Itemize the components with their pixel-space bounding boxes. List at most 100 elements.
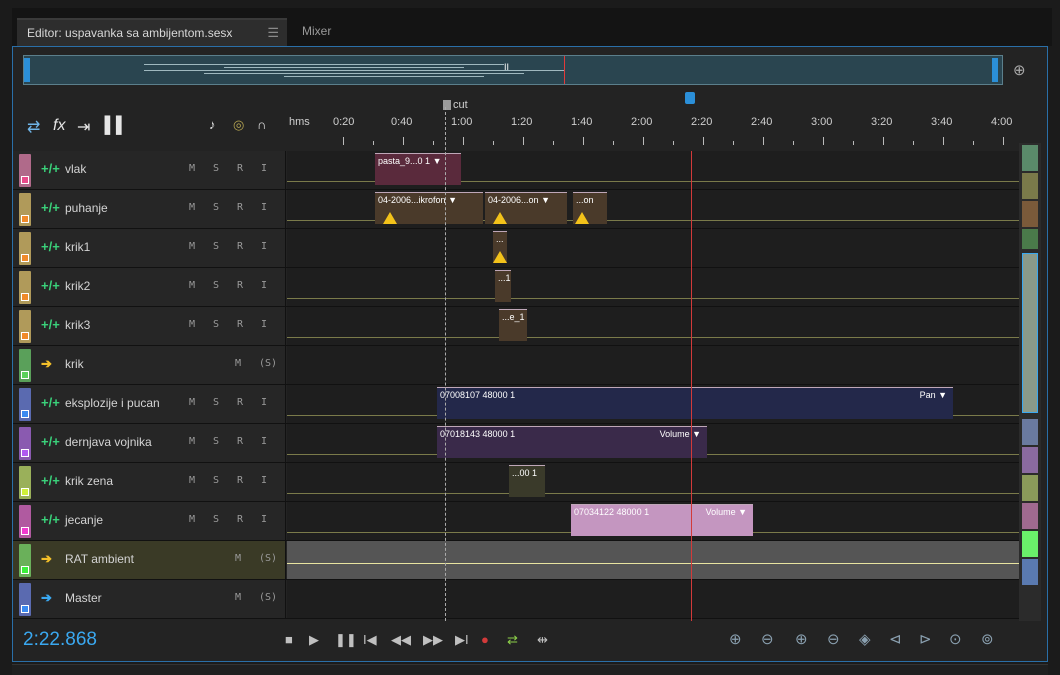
track-color-strip[interactable]: [19, 154, 31, 187]
track-lane[interactable]: 07018143 48000 1 Volume ▼: [287, 424, 1019, 462]
tab-menu-icon[interactable]: ☰: [267, 25, 279, 41]
input-monitor-button[interactable]: I: [261, 280, 267, 291]
track-name[interactable]: RAT ambient: [65, 552, 134, 566]
play-button[interactable]: ▶: [309, 632, 319, 648]
mute-button[interactable]: M: [189, 319, 195, 330]
mute-button[interactable]: M: [189, 241, 195, 252]
track-lane[interactable]: 07008107 48000 1 Pan ▼: [287, 385, 1019, 423]
solo-button[interactable]: S: [213, 475, 219, 486]
track-name[interactable]: krik zena: [65, 474, 113, 488]
record-arm-button[interactable]: R: [237, 514, 243, 525]
track-lane[interactable]: ...00 1: [287, 463, 1019, 501]
track-color-strip[interactable]: [19, 349, 31, 382]
input-monitor-button[interactable]: I: [261, 241, 267, 252]
solo-safe-button[interactable]: (S): [259, 592, 277, 603]
track-header[interactable]: +/+ vlak M S R I: [13, 151, 286, 189]
track-header[interactable]: ➔ Master M (S): [13, 580, 286, 618]
track-name[interactable]: vlak: [65, 162, 86, 176]
audio-clip[interactable]: 07034122 48000 1 Volume ▼: [571, 504, 753, 536]
track-name[interactable]: eksplozije i pucan: [65, 396, 160, 410]
track-color-strip[interactable]: [19, 544, 31, 577]
multitrack-toggle-icon[interactable]: ⇄: [27, 117, 40, 137]
input-monitor-button[interactable]: I: [261, 163, 267, 174]
zoom-to-selection-icon[interactable]: ⊕: [1013, 61, 1026, 79]
track-lane[interactable]: [287, 541, 1019, 579]
track-lane[interactable]: ...: [287, 229, 1019, 267]
record-arm-button[interactable]: R: [237, 280, 243, 291]
solo-button[interactable]: S: [213, 514, 219, 525]
track-name[interactable]: dernjava vojnika: [65, 435, 152, 449]
track-header[interactable]: +/+ krik3 M S R I: [13, 307, 286, 345]
track-lane[interactable]: 04-2006...ikrofon ▼ 04-2006...on ▼ ...on: [287, 190, 1019, 228]
track-header[interactable]: +/+ eksplozije i pucan M S R I: [13, 385, 286, 423]
track-name[interactable]: krik2: [65, 279, 90, 293]
track-lane[interactable]: ...e_1: [287, 307, 1019, 345]
playhead-handle[interactable]: [685, 92, 695, 104]
skip-selection-button[interactable]: ⇹: [537, 632, 548, 648]
input-monitor-button[interactable]: I: [261, 202, 267, 213]
mute-button[interactable]: M: [235, 592, 241, 603]
mute-button[interactable]: M: [189, 202, 195, 213]
overview-left-handle[interactable]: [24, 58, 30, 82]
record-arm-button[interactable]: R: [237, 397, 243, 408]
session-overview[interactable]: II: [23, 55, 1003, 85]
input-monitor-button[interactable]: I: [261, 436, 267, 447]
track-color-strip[interactable]: [19, 466, 31, 499]
solo-button[interactable]: S: [213, 280, 219, 291]
track-header[interactable]: +/+ krik2 M S R I: [13, 268, 286, 306]
mute-button[interactable]: M: [235, 553, 241, 564]
solo-safe-button[interactable]: (S): [259, 358, 277, 369]
zoom-in-right-icon[interactable]: ⊳: [919, 630, 932, 648]
track-color-strip[interactable]: [19, 310, 31, 343]
loop-playback-button[interactable]: ⇄: [507, 632, 518, 648]
mute-button[interactable]: M: [189, 397, 195, 408]
solo-button[interactable]: S: [213, 397, 219, 408]
solo-button[interactable]: S: [213, 163, 219, 174]
clip-menu[interactable]: Volume ▼: [706, 507, 747, 517]
record-arm-button[interactable]: R: [237, 436, 243, 447]
track-name[interactable]: jecanje: [65, 513, 103, 527]
solo-button[interactable]: S: [213, 436, 219, 447]
mute-button[interactable]: M: [189, 280, 195, 291]
mute-button[interactable]: M: [189, 163, 195, 174]
mute-button[interactable]: M: [235, 358, 241, 369]
stop-button[interactable]: ■: [285, 632, 293, 647]
headphones-icon[interactable]: ∩: [257, 117, 266, 132]
track-header[interactable]: +/+ krik zena M S R I: [13, 463, 286, 501]
solo-button[interactable]: S: [213, 202, 219, 213]
track-name[interactable]: krik1: [65, 240, 90, 254]
input-monitor-button[interactable]: I: [261, 319, 267, 330]
track-header[interactable]: +/+ krik1 M S R I: [13, 229, 286, 267]
track-header[interactable]: +/+ dernjava vojnika M S R I: [13, 424, 286, 462]
zoom-reset-icon[interactable]: ⊚: [981, 630, 994, 648]
input-monitor-button[interactable]: I: [261, 514, 267, 525]
track-color-strip[interactable]: [19, 193, 31, 226]
track-header[interactable]: +/+ puhanje M S R I: [13, 190, 286, 228]
eq-icon[interactable]: ▐▐: [99, 117, 122, 135]
record-arm-button[interactable]: R: [237, 202, 243, 213]
track-color-navigator[interactable]: [1019, 143, 1041, 623]
input-monitor-button[interactable]: I: [261, 475, 267, 486]
next-button[interactable]: ▶I: [455, 632, 469, 648]
fx-icon[interactable]: fx: [53, 117, 65, 135]
sends-icon[interactable]: ⇥: [77, 117, 90, 137]
rewind-button[interactable]: ◀◀: [391, 632, 411, 648]
clip-menu[interactable]: ▼: [433, 156, 442, 166]
input-monitor-icon[interactable]: ◎: [233, 117, 244, 133]
audio-clip[interactable]: ...00 1: [509, 465, 545, 497]
audio-clip[interactable]: pasta_9...0 1 ▼: [375, 153, 461, 185]
zoom-in-amplitude-icon[interactable]: ⊕: [729, 630, 742, 648]
track-color-strip[interactable]: [19, 271, 31, 304]
playhead-line[interactable]: [691, 151, 692, 621]
track-color-strip[interactable]: [19, 583, 31, 616]
track-header[interactable]: +/+ jecanje M S R I: [13, 502, 286, 540]
audio-clip[interactable]: 07018143 48000 1 Volume ▼: [437, 426, 707, 458]
track-lane[interactable]: 07034122 48000 1 Volume ▼: [287, 502, 1019, 540]
audio-clip[interactable]: ...1: [495, 270, 511, 302]
solo-button[interactable]: S: [213, 241, 219, 252]
zoom-to-selection-icon[interactable]: ◈: [859, 630, 871, 648]
navigator-scroll-thumb[interactable]: [1022, 253, 1038, 413]
fast-forward-button[interactable]: ▶▶: [423, 632, 443, 648]
current-time-display[interactable]: 2:22.868: [23, 629, 97, 651]
clip-menu[interactable]: ▼: [541, 195, 550, 205]
